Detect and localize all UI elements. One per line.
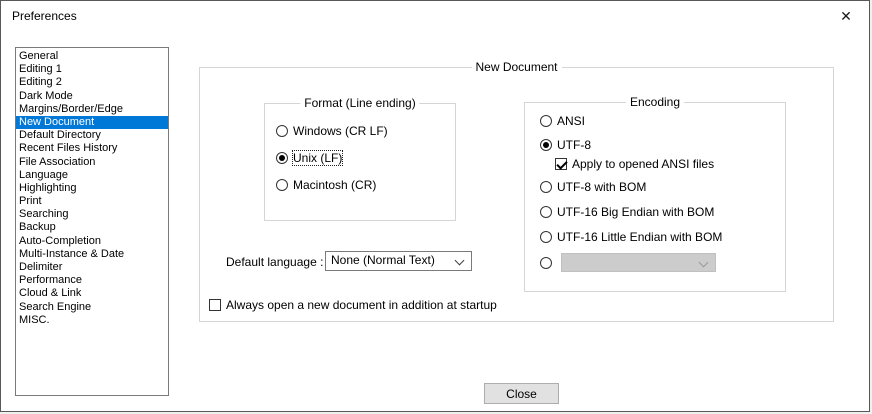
radio-utf16-be-bom[interactable]: UTF-16 Big Endian with BOM (540, 205, 714, 219)
checkbox-icon[interactable] (209, 299, 221, 311)
sidebar-item-performance[interactable]: Performance (16, 274, 168, 287)
radio-icon[interactable] (540, 139, 552, 151)
default-language-label: Default language : (226, 255, 324, 269)
format-line-ending-group: Format (Line ending) Windows (CR LF) Uni… (264, 96, 456, 221)
radio-icon[interactable] (276, 152, 288, 164)
checkbox-icon[interactable] (555, 158, 567, 170)
radio-windows-crlf-label: Windows (CR LF) (293, 124, 388, 138)
sidebar-item-margins-border-edge[interactable]: Margins/Border/Edge (16, 103, 168, 116)
preferences-dialog: Preferences ✕ General Editing 1 Editing 2D… (0, 0, 870, 412)
radio-icon[interactable] (540, 256, 552, 269)
title-bar: Preferences ✕ (1, 1, 869, 31)
radio-utf16-le-bom[interactable]: UTF-16 Little Endian with BOM (540, 230, 722, 244)
close-icon: ✕ (840, 8, 852, 24)
sidebar-item-general[interactable]: General (16, 50, 168, 63)
sidebar-item-file-association[interactable]: File Association (16, 156, 168, 169)
sidebar-item-editing-2[interactable]: Editing 2 (16, 76, 168, 89)
radio-icon[interactable] (276, 179, 288, 191)
close-button[interactable]: Close (484, 383, 559, 404)
checkbox-apply-opened-ansi-label: Apply to opened ANSI files (572, 157, 715, 171)
checkbox-always-open-new-document[interactable]: Always open a new document in addition a… (209, 298, 497, 312)
checkbox-always-open-new-document-label: Always open a new document in addition a… (226, 298, 497, 312)
encoding-group: Encoding ANSI UTF-8 Apply to opened ANSI… (524, 95, 786, 292)
radio-icon[interactable] (540, 181, 552, 193)
sidebar-item-language[interactable]: Language (16, 169, 168, 182)
sidebar-item-multi-instance-date[interactable]: Multi-Instance & Date (16, 248, 168, 261)
sidebar-item-new-document[interactable]: New Document (16, 115, 168, 130)
radio-utf8[interactable]: UTF-8 (540, 138, 591, 152)
format-group-title: Format (Line ending) (300, 96, 420, 110)
radio-icon[interactable] (540, 115, 552, 127)
radio-unix-lf[interactable]: Unix (LF) (276, 150, 344, 166)
radio-icon[interactable] (540, 206, 552, 218)
sidebar-item-dark-mode[interactable]: Dark Mode (16, 90, 168, 103)
new-document-group: New Document Format (Line ending) Window… (199, 60, 834, 322)
sidebar-item-editing-1[interactable]: Editing 1 (16, 63, 168, 76)
sidebar-item-cloud-link[interactable]: Cloud & Link (16, 287, 168, 300)
preferences-category-list: General Editing 1 Editing 2 Dark Mode Margin… (15, 47, 169, 396)
chevron-down-icon (698, 257, 709, 268)
sidebar-item-auto-completion[interactable]: Auto-Completion (16, 235, 168, 248)
sidebar-item-searching[interactable]: Searching (16, 208, 168, 221)
encoding-group-title: Encoding (625, 95, 685, 109)
radio-utf8-label: UTF-8 (557, 138, 591, 152)
close-window-button[interactable]: ✕ (823, 1, 869, 31)
radio-macintosh-cr-label: Macintosh (CR) (293, 178, 377, 192)
new-document-group-title: New Document (471, 60, 562, 74)
radio-icon[interactable] (540, 231, 552, 243)
radio-windows-crlf[interactable]: Windows (CR LF) (276, 124, 388, 138)
default-language-combobox-value: None (Normal Text) (331, 253, 435, 267)
radio-icon[interactable] (276, 125, 288, 137)
radio-utf8-bom-label: UTF-8 with BOM (557, 180, 647, 194)
sidebar-item-backup[interactable]: Backup (16, 221, 168, 234)
default-language-combobox[interactable]: None (Normal Text) (325, 251, 472, 271)
sidebar-item-delimiter[interactable]: Delimiter (16, 261, 168, 274)
radio-utf8-bom[interactable]: UTF-8 with BOM (540, 180, 646, 194)
sidebar-item-misc[interactable]: MISC. (16, 314, 168, 327)
sidebar-item-print[interactable]: Print (16, 195, 168, 208)
radio-unix-lf-label: Unix (LF) (291, 150, 344, 166)
sidebar-item-default-directory[interactable]: Default Directory (16, 129, 168, 142)
radio-macintosh-cr[interactable]: Macintosh (CR) (276, 178, 376, 192)
sidebar-item-recent-files-history[interactable]: Recent Files History (16, 142, 168, 155)
radio-utf16-le-bom-label: UTF-16 Little Endian with BOM (557, 230, 723, 244)
sidebar-item-search-engine[interactable]: Search Engine (16, 301, 168, 314)
radio-utf16-be-bom-label: UTF-16 Big Endian with BOM (557, 205, 715, 219)
dialog-title: Preferences (12, 9, 77, 23)
radio-custom-encoding[interactable] (540, 253, 716, 272)
radio-ansi-label: ANSI (557, 114, 586, 128)
sidebar-item-highlighting[interactable]: Highlighting (16, 182, 168, 195)
radio-ansi[interactable]: ANSI (540, 114, 585, 128)
checkbox-apply-opened-ansi[interactable]: Apply to opened ANSI files (555, 157, 714, 171)
chevron-down-icon (454, 255, 465, 266)
custom-encoding-combobox (561, 253, 716, 272)
